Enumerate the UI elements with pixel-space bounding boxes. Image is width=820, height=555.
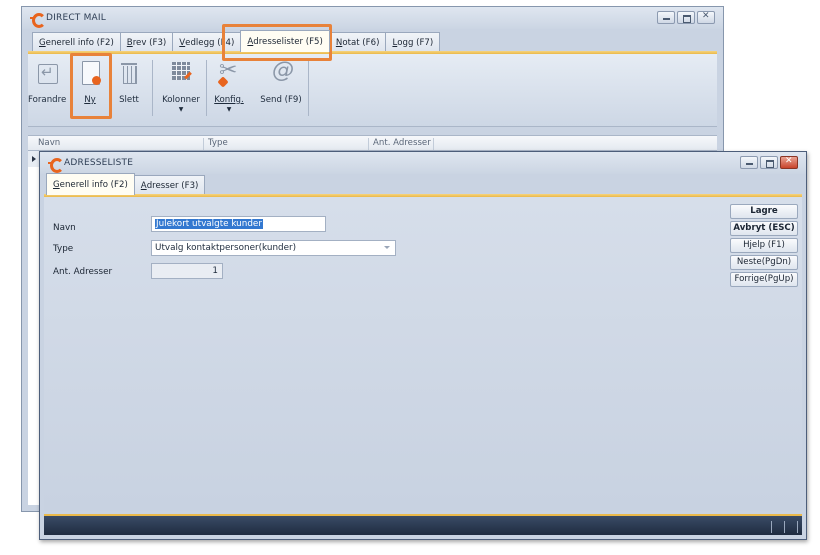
close-button[interactable] — [780, 156, 798, 169]
adresseliste-dialog: ADRESSELISTE Generell info (F2) Adresser… — [39, 151, 807, 540]
tools-icon — [216, 58, 242, 86]
slett-button[interactable]: Slett — [110, 60, 148, 118]
tab-generell-info[interactable]: Generell info (F2) — [46, 173, 135, 195]
window-title: DIRECT MAIL — [46, 13, 106, 23]
ribbon-separator — [206, 60, 207, 116]
type-select[interactable]: Utvalg kontaktpersoner(kunder) — [151, 240, 396, 256]
forrige-button[interactable]: Forrige(PgUp) — [730, 272, 798, 287]
send-label: Send (F9) — [260, 95, 302, 105]
type-select-value: Utvalg kontaktpersoner(kunder) — [155, 243, 297, 253]
dialog-form: Navn Julekort utvalgte kunder Type Utval… — [44, 197, 802, 511]
chevron-down-icon: ▼ — [226, 106, 232, 113]
navn-input[interactable]: Julekort utvalgte kunder — [151, 216, 326, 232]
forandre-button[interactable]: Forandre — [28, 60, 66, 118]
title-bar: DIRECT MAIL — [22, 7, 723, 29]
dialog-title-bar: ADRESSELISTE — [40, 152, 806, 174]
avbryt-button[interactable]: Avbryt (ESC) — [730, 221, 798, 236]
at-sign-icon — [268, 58, 294, 86]
status-divider — [771, 521, 772, 533]
konfig-label: Konfig. — [214, 95, 244, 105]
new-document-icon — [77, 60, 103, 86]
close-button[interactable] — [697, 11, 715, 24]
ribbon-separator — [308, 60, 309, 116]
app-logo-icon — [30, 12, 46, 28]
app-logo-icon — [48, 157, 64, 173]
grid-header: Navn Type Ant. Adresser — [28, 135, 717, 151]
type-label: Type — [53, 244, 74, 254]
tab-adresser[interactable]: Adresser (F3) — [133, 175, 206, 195]
column-divider — [433, 138, 438, 150]
hjelp-button[interactable]: Hjelp (F1) — [730, 238, 798, 253]
tab-adresselister[interactable]: Adresselister (F5) — [240, 30, 330, 52]
tab-brev[interactable]: Brev (F3) — [119, 32, 174, 52]
chevron-down-icon — [384, 246, 390, 249]
send-button[interactable]: Send (F9) — [257, 58, 305, 118]
kolonner-label: Kolonner — [162, 95, 200, 105]
ant-adresser-label: Ant. Adresser — [53, 267, 113, 277]
main-tab-bar: Generell info (F2) Brev (F3) Vedlegg (F4… — [32, 30, 441, 52]
status-divider — [784, 521, 785, 533]
lagre-button[interactable]: Lagre — [730, 204, 798, 219]
minimize-button[interactable] — [657, 11, 675, 24]
ribbon-toolbar: Forandre Ny Slett Kolonner ▼ Konfig. ▼ S… — [28, 54, 717, 127]
navn-label: Navn — [53, 223, 76, 233]
dialog-tab-bar: Generell info (F2) Adresser (F3) — [46, 173, 206, 195]
tab-notat[interactable]: Notat (F6) — [328, 32, 387, 52]
maximize-button[interactable] — [760, 156, 778, 169]
chevron-down-icon: ▼ — [178, 106, 184, 113]
tab-logg[interactable]: Logg (F7) — [385, 32, 441, 52]
status-bar — [44, 514, 802, 535]
columns-grid-icon — [168, 60, 194, 86]
edit-icon — [34, 60, 60, 86]
ant-adresser-field: 1 — [151, 263, 223, 279]
status-divider — [797, 521, 798, 533]
konfig-button[interactable]: Konfig. ▼ — [210, 58, 248, 118]
column-header-type[interactable]: Type — [203, 138, 228, 150]
ny-button[interactable]: Ny — [71, 60, 109, 118]
maximize-button[interactable] — [677, 11, 695, 24]
forandre-label: Forandre — [28, 95, 67, 105]
ny-label: Ny — [84, 95, 96, 105]
ribbon-separator — [152, 60, 153, 116]
column-header-ant-adresser[interactable]: Ant. Adresser — [368, 138, 431, 150]
tab-vedlegg[interactable]: Vedlegg (F4) — [172, 32, 242, 52]
dialog-title: ADRESSELISTE — [64, 158, 134, 168]
neste-button[interactable]: Neste(PgDn) — [730, 255, 798, 270]
tab-generell-info[interactable]: Generell info (F2) — [32, 32, 121, 52]
column-header-navn[interactable]: Navn — [28, 138, 60, 150]
slett-label: Slett — [119, 95, 139, 105]
minimize-button[interactable] — [740, 156, 758, 169]
trash-icon — [116, 60, 142, 86]
kolonner-button[interactable]: Kolonner ▼ — [158, 60, 204, 118]
